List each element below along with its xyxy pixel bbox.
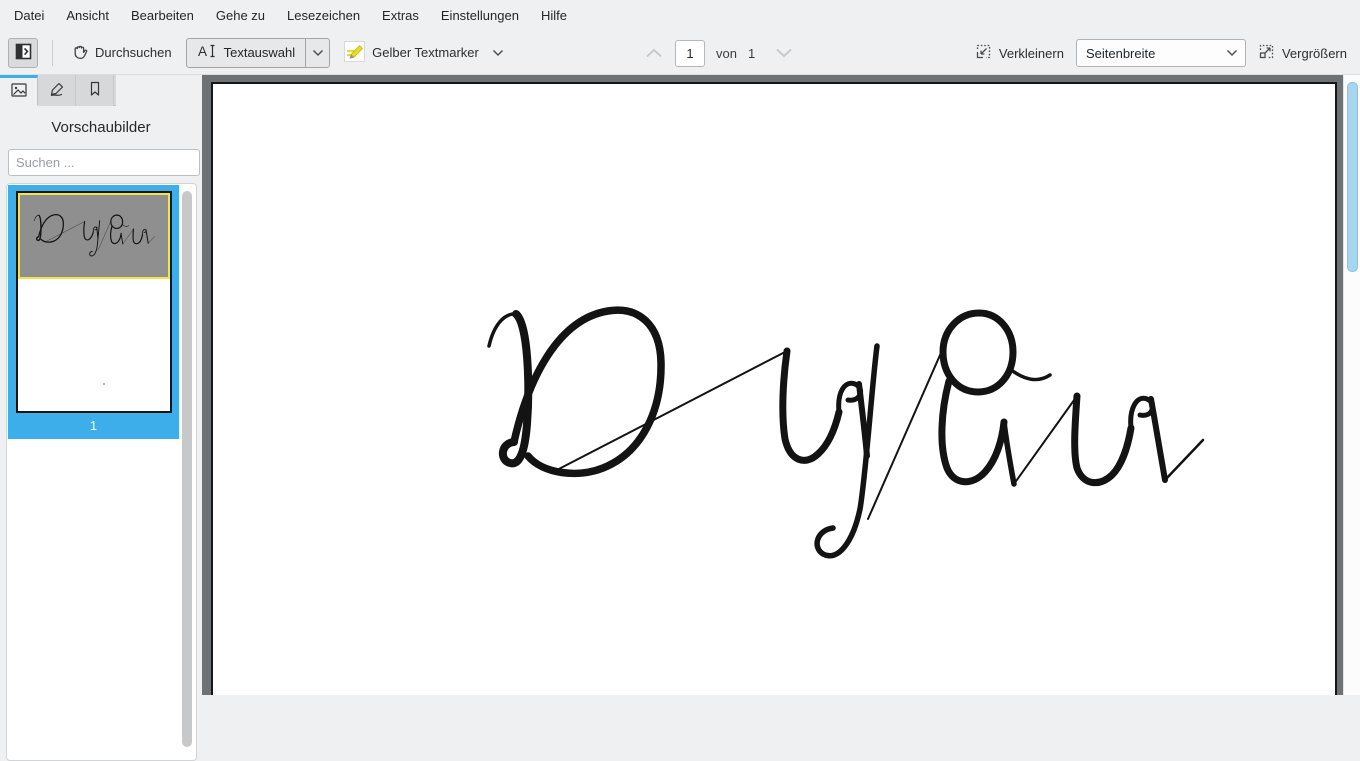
text-selection-tool-button[interactable]: A Textauswahl (186, 38, 331, 68)
text-selection-dropdown[interactable] (305, 39, 329, 67)
zoom-out-icon (975, 43, 992, 63)
chevron-down-icon (1226, 49, 1238, 57)
zoom-in-label: Vergrößern (1282, 46, 1347, 61)
thumbnail-list-scrollbar[interactable] (182, 191, 192, 751)
page-number-input[interactable] (675, 40, 705, 67)
tab-annotations[interactable] (38, 75, 76, 106)
svg-text:A: A (198, 44, 207, 59)
thumbnail-speck (103, 383, 105, 385)
thumbnail-page-number: 1 (8, 413, 179, 439)
highlighter-icon (344, 41, 365, 65)
thumbnails-icon (10, 81, 28, 102)
zoom-mode-value: Seitenbreite (1086, 46, 1155, 61)
thumbnail-item-selected[interactable]: 1 (8, 185, 179, 439)
thumbnail-viewport-indicator[interactable] (18, 193, 170, 279)
previous-page-icon[interactable] (644, 47, 664, 59)
menu-ansicht[interactable]: Ansicht (55, 0, 120, 31)
bookmark-icon (86, 80, 104, 101)
zoom-out-button[interactable]: Verkleinern (971, 43, 1068, 63)
thumbnail-search-input[interactable] (8, 149, 200, 176)
menu-datei[interactable]: Datei (3, 0, 55, 31)
text-selection-icon: A (197, 43, 217, 62)
tab-bookmarks[interactable] (76, 75, 114, 106)
sidebar-panel-icon (15, 43, 32, 63)
browse-tool-button[interactable]: Durchsuchen (67, 43, 176, 63)
toolbar: Durchsuchen A Textauswahl (0, 31, 1360, 75)
document-viewport[interactable] (202, 75, 1360, 695)
menu-extras[interactable]: Extras (371, 0, 430, 31)
document-page[interactable] (211, 82, 1337, 695)
text-selection-main[interactable]: A Textauswahl (187, 39, 306, 67)
vertical-scrollbar-thumb[interactable] (1347, 82, 1358, 272)
vertical-scrollbar[interactable] (1343, 75, 1360, 695)
page-navigation: von 1 (644, 31, 794, 75)
page-total: 1 (748, 46, 755, 61)
tab-thumbnails[interactable] (0, 75, 38, 106)
thumbnail-page-1[interactable] (16, 191, 172, 413)
zoom-in-icon (1258, 43, 1275, 63)
menu-lesezeichen[interactable]: Lesezeichen (276, 0, 371, 31)
menu-gehe-zu[interactable]: Gehe zu (205, 0, 276, 31)
page-calligraphy (213, 84, 1339, 695)
text-selection-label: Textauswahl (224, 45, 296, 60)
zoom-mode-combobox[interactable]: Seitenbreite (1076, 39, 1246, 67)
toolbar-separator (52, 40, 53, 66)
hand-icon (71, 43, 88, 63)
sidebar-panel-title: Vorschaubilder (0, 119, 202, 136)
annotation-pen-icon (48, 80, 66, 101)
browse-tool-label: Durchsuchen (95, 45, 172, 60)
menu-einstellungen[interactable]: Einstellungen (430, 0, 530, 31)
highlighter-label: Gelber Textmarker (372, 45, 479, 60)
chevron-down-icon[interactable] (492, 49, 504, 57)
zoom-controls: Verkleinern Seitenbreite Vergrößern (971, 31, 1351, 75)
sidebar-toggle-button[interactable] (8, 38, 38, 68)
menu-bearbeiten[interactable]: Bearbeiten (120, 0, 205, 31)
thumbnail-list: 1 (6, 183, 197, 761)
chevron-down-icon (312, 49, 324, 57)
next-page-icon[interactable] (774, 47, 794, 59)
page-of-label: von (716, 46, 737, 61)
thumbnail-scrollbar-thumb[interactable] (182, 191, 192, 747)
menu-hilfe[interactable]: Hilfe (530, 0, 578, 31)
thumbnail-calligraphy (30, 211, 158, 260)
zoom-in-button[interactable]: Vergrößern (1254, 43, 1351, 63)
sidebar: Vorschaubilder 1 (0, 75, 202, 695)
zoom-out-label: Verkleinern (999, 46, 1064, 61)
sidebar-tabstrip (0, 75, 116, 106)
menubar: Datei Ansicht Bearbeiten Gehe zu Lesezei… (0, 0, 1360, 31)
highlighter-tool-button[interactable]: Gelber Textmarker (340, 41, 508, 65)
